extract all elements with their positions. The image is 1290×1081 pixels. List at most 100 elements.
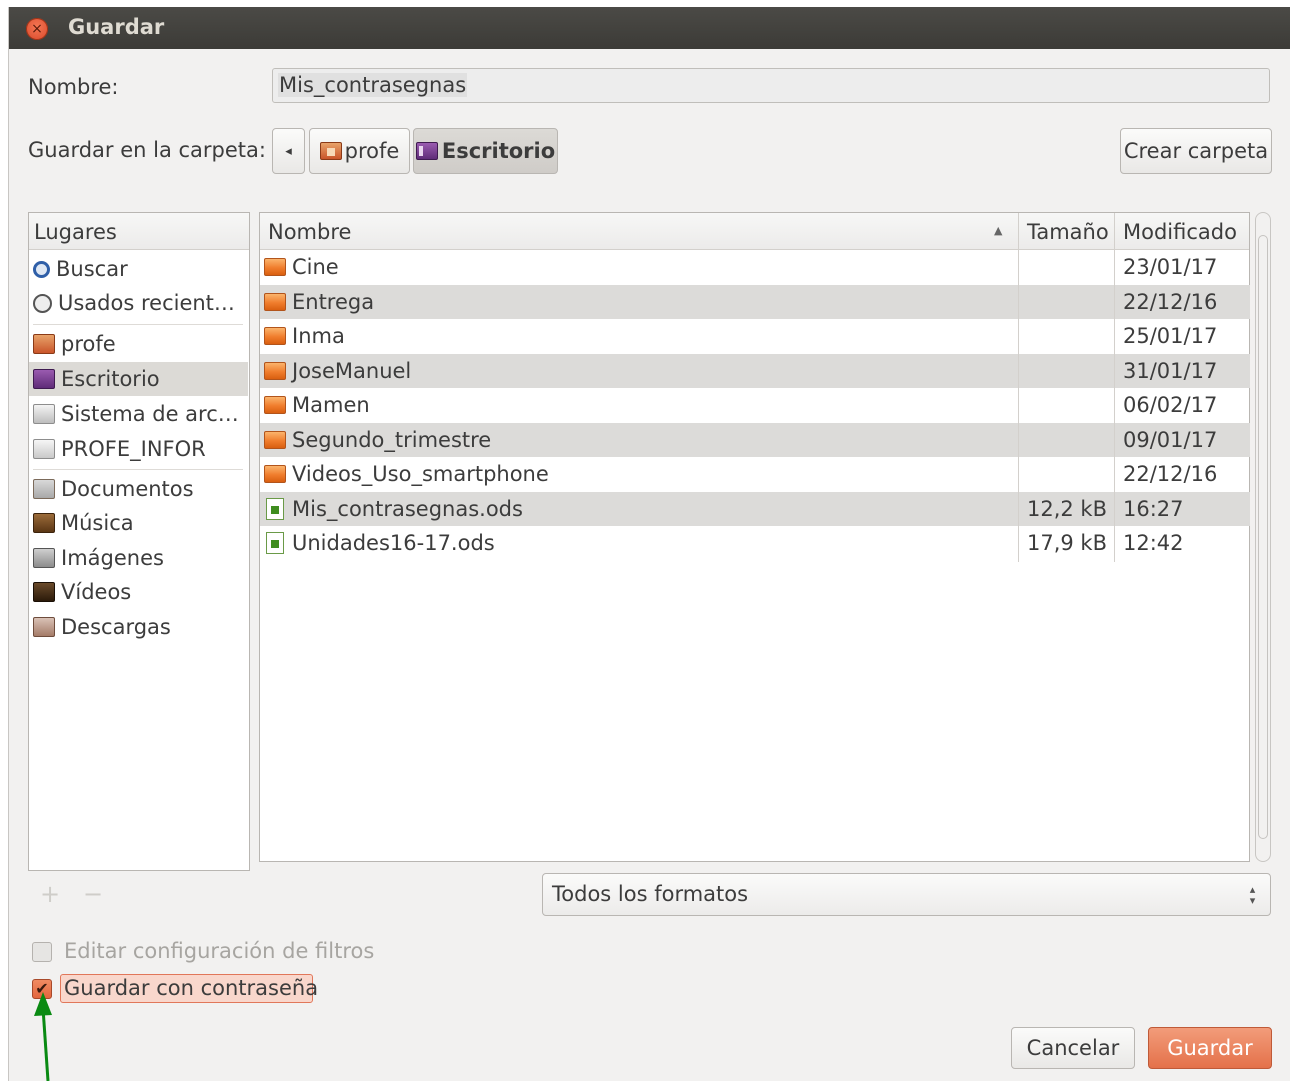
save-password-label[interactable]: Guardar con contraseña xyxy=(64,976,318,1000)
title-bar: × Guardar xyxy=(9,7,1290,49)
folder-icon xyxy=(264,327,286,345)
filename-value[interactable]: Mis_contrasegnas xyxy=(278,73,468,97)
path-label-escritorio: Escritorio xyxy=(441,139,556,163)
file-name: Mis_contrasegnas.ods xyxy=(292,497,523,521)
folder-icon xyxy=(264,258,286,276)
place-profe[interactable]: profe xyxy=(29,327,248,361)
save-dialog: × Guardar Nombre: Mis_contrasegnas Guard… xyxy=(8,7,1290,1081)
folder-label: Guardar en la carpeta: xyxy=(28,138,266,162)
edit-filter-checkbox[interactable] xyxy=(32,942,52,962)
edit-filter-label: Editar configuración de filtros xyxy=(64,939,375,963)
places-separator xyxy=(33,324,243,325)
spreadsheet-icon xyxy=(266,498,284,520)
file-modified: 09/01/17 xyxy=(1123,428,1218,452)
file-type-filter[interactable]: Todos los formatos ▴▾ xyxy=(542,873,1271,916)
pictures-icon xyxy=(33,548,55,568)
place-descargas[interactable]: Descargas xyxy=(29,610,248,644)
usb-drive-icon xyxy=(33,439,55,459)
place-profe-infor[interactable]: PROFE_INFOR xyxy=(29,432,248,466)
place-imagenes[interactable]: Imágenes xyxy=(29,541,248,575)
downloads-icon xyxy=(33,617,55,637)
place-videos[interactable]: Vídeos xyxy=(29,575,248,609)
file-name: Segundo_trimestre xyxy=(292,428,492,452)
file-name-cell: Videos_Uso_smartphone xyxy=(264,457,549,491)
file-name: JoseManuel xyxy=(292,359,412,383)
path-label-profe: profe xyxy=(344,139,400,163)
column-header-size[interactable]: Tamaño xyxy=(1019,213,1114,249)
place-buscar[interactable]: Buscar xyxy=(29,252,248,286)
table-row[interactable]: Mis_contrasegnas.ods 12,2 kB 16:27 xyxy=(260,492,1250,526)
file-modified: 12:42 xyxy=(1123,531,1184,555)
window-title: Guardar xyxy=(68,15,165,39)
table-row[interactable]: Unidades16-17.ods 17,9 kB 12:42 xyxy=(260,526,1250,560)
name-label: Nombre: xyxy=(28,75,119,99)
column-header-modified[interactable]: Modificado xyxy=(1115,213,1249,249)
folder-icon xyxy=(264,431,286,449)
left-arrow-icon: ◂ xyxy=(285,143,292,159)
file-list-scrollbar[interactable] xyxy=(1255,212,1271,862)
place-musica[interactable]: Música xyxy=(29,506,248,540)
table-row[interactable]: Inma 25/01/17 xyxy=(260,319,1250,353)
places-header-label: Lugares xyxy=(34,220,117,244)
home-folder-icon xyxy=(33,334,55,354)
file-modified: 06/02/17 xyxy=(1123,393,1218,417)
file-name-cell: Cine xyxy=(264,250,339,284)
column-divider xyxy=(1114,250,1115,562)
place-recent[interactable]: Usados recient… xyxy=(29,286,248,320)
add-place-icon[interactable]: + xyxy=(40,880,60,908)
place-label: Música xyxy=(61,511,134,535)
table-row[interactable]: Cine 23/01/17 xyxy=(260,250,1250,284)
place-documentos[interactable]: Documentos xyxy=(29,472,248,506)
desktop-folder-icon xyxy=(415,142,438,160)
path-back-button[interactable]: ◂ xyxy=(272,128,305,174)
place-escritorio[interactable]: Escritorio xyxy=(29,362,248,396)
folder-icon xyxy=(264,293,286,311)
folder-icon xyxy=(264,465,286,483)
file-name: Cine xyxy=(292,255,339,279)
table-row[interactable]: Segundo_trimestre 09/01/17 xyxy=(260,423,1250,457)
create-folder-button[interactable]: Crear carpeta xyxy=(1120,128,1272,174)
column-divider xyxy=(1018,250,1019,562)
place-label: Descargas xyxy=(61,615,171,639)
column-size-label: Tamaño xyxy=(1027,220,1109,244)
places-panel: Lugares Buscar Usados recient… profe Esc… xyxy=(28,212,250,871)
file-name: Mamen xyxy=(292,393,370,417)
place-label: profe xyxy=(61,332,116,356)
close-icon[interactable]: × xyxy=(26,18,48,40)
file-size: 12,2 kB xyxy=(1027,497,1108,521)
place-label: Sistema de arc… xyxy=(61,402,239,426)
search-icon xyxy=(33,260,50,278)
table-row[interactable]: Entrega 22/12/16 xyxy=(260,285,1250,319)
places-header[interactable]: Lugares xyxy=(29,213,249,250)
file-name-cell: Mamen xyxy=(264,388,370,422)
file-list-header: Nombre ▲ Tamaño Modificado xyxy=(260,213,1249,250)
place-filesystem[interactable]: Sistema de arc… xyxy=(29,397,248,431)
documents-icon xyxy=(33,479,55,499)
filename-input[interactable]: Mis_contrasegnas xyxy=(272,68,1270,103)
scrollbar-thumb[interactable] xyxy=(1258,235,1268,839)
desktop-folder-icon xyxy=(33,369,55,389)
folder-icon xyxy=(264,362,286,380)
file-modified: 23/01/17 xyxy=(1123,255,1218,279)
cancel-button[interactable]: Cancelar xyxy=(1011,1027,1135,1069)
table-row[interactable]: Mamen 06/02/17 xyxy=(260,388,1250,422)
sort-ascending-icon: ▲ xyxy=(994,224,1003,237)
file-name: Inma xyxy=(292,324,345,348)
videos-icon xyxy=(33,582,55,602)
remove-place-icon[interactable]: − xyxy=(83,880,103,908)
file-name-cell: Unidades16-17.ods xyxy=(264,526,495,560)
path-button-escritorio[interactable]: Escritorio xyxy=(413,128,558,174)
file-modified: 22/12/16 xyxy=(1123,290,1218,314)
table-row[interactable]: JoseManuel 31/01/17 xyxy=(260,354,1250,388)
place-label: Vídeos xyxy=(61,580,132,604)
save-button[interactable]: Guardar xyxy=(1148,1027,1272,1069)
home-folder-icon xyxy=(319,142,342,160)
path-button-profe[interactable]: profe xyxy=(309,128,410,174)
table-row[interactable]: Videos_Uso_smartphone 22/12/16 xyxy=(260,457,1250,491)
place-label: Escritorio xyxy=(61,367,160,391)
file-size: 17,9 kB xyxy=(1027,531,1108,555)
folder-icon xyxy=(264,396,286,414)
column-name-label: Nombre xyxy=(268,220,352,244)
column-header-name[interactable]: Nombre ▲ xyxy=(260,213,1018,249)
file-name-cell: Entrega xyxy=(264,285,374,319)
